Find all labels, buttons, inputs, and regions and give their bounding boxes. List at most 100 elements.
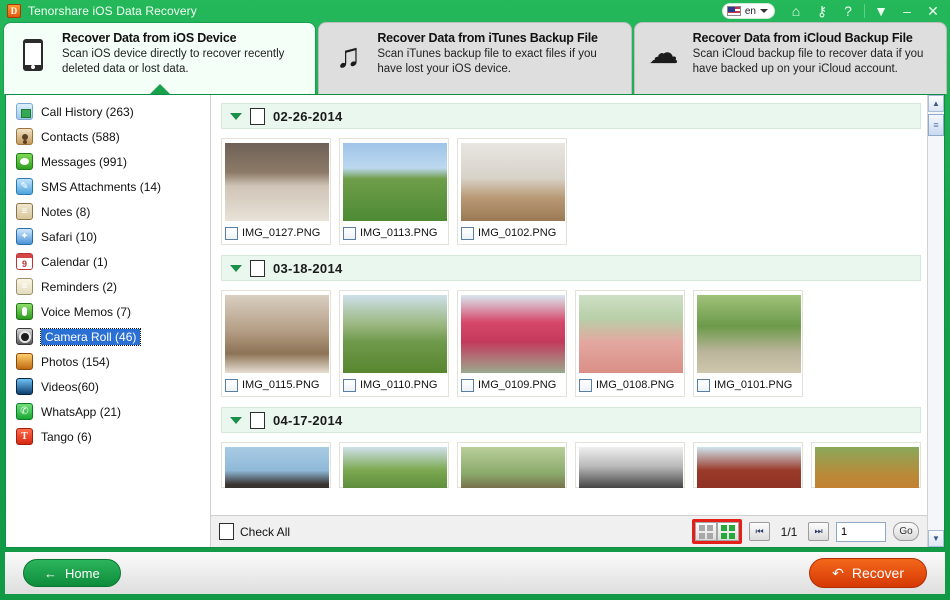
sidebar-item-label: Contacts (588) [41,129,120,144]
thumbnail-image[interactable] [225,143,329,221]
date-group-header[interactable]: 03-18-2014 [221,255,921,281]
thumbnail-image[interactable] [343,143,447,221]
home-button[interactable]: ← Home [23,559,121,587]
thumbnail-item[interactable] [457,442,567,488]
thumbnail-item[interactable]: IMG_0102.PNG [457,138,567,245]
thumbnail-item[interactable] [221,442,331,488]
call-history-icon [16,103,33,120]
thumbnail-item[interactable]: IMG_0110.PNG [339,290,449,397]
date-group-header[interactable]: 02-26-2014 [221,103,921,129]
next-page-button[interactable]: ⏭ [808,522,829,541]
scroll-down-button[interactable]: ▼ [928,530,944,547]
tab-icloud-backup[interactable]: ☁ Recover Data from iCloud Backup File S… [633,22,947,94]
check-all-control[interactable]: Check All [219,523,290,540]
minimize-icon[interactable]: – [894,0,920,22]
sidebar-item-label: Calendar (1) [41,254,108,269]
key-icon[interactable]: ⚷ [809,0,835,22]
sidebar-item-reminders[interactable]: ≡ Reminders (2) [6,274,210,299]
thumbnail-image[interactable] [461,143,565,221]
language-selector[interactable]: en [721,3,775,19]
tab-ios-device[interactable]: Recover Data from iOS Device Scan iOS de… [3,22,317,94]
thumbnail-item[interactable]: IMG_0115.PNG [221,290,331,397]
home-icon[interactable]: ⌂ [783,0,809,22]
sidebar-item-messages[interactable]: Messages (991) [6,149,210,174]
thumbnail-image[interactable] [461,447,565,488]
help-icon[interactable]: ? [835,0,861,22]
sidebar-item-photos[interactable]: Photos (154) [6,349,210,374]
check-all-checkbox[interactable] [219,523,234,540]
thumbnail-checkbox[interactable] [461,378,474,392]
reminders-icon: ≡ [16,278,33,295]
recover-button[interactable]: ↶ Recover [809,558,927,588]
home-button-label: Home [65,565,100,581]
sidebar-item-voice-memos[interactable]: Voice Memos (7) [6,299,210,324]
thumbnail-image[interactable] [225,295,329,373]
thumbnail-item[interactable]: IMG_0108.PNG [575,290,685,397]
list-view-button[interactable] [695,522,717,541]
page-number-input[interactable] [836,521,886,542]
chevron-down-icon[interactable] [230,112,242,120]
thumbnail-filename: IMG_0109.PNG [478,379,557,391]
thumbnail-item[interactable] [693,442,803,488]
thumbnail-caption: IMG_0127.PNG [225,225,327,241]
chevron-down-icon[interactable] [230,264,242,272]
thumbnail-checkbox[interactable] [225,226,238,240]
sidebar-item-notes[interactable]: ≡ Notes (8) [6,199,210,224]
photos-icon [16,353,33,370]
thumbnail-image[interactable] [697,447,801,488]
thumbnail-caption: IMG_0109.PNG [461,377,563,393]
sidebar-item-safari[interactable]: ✦ Safari (10) [6,224,210,249]
chevron-down-icon[interactable]: ▼ [868,0,894,22]
thumbnail-checkbox[interactable] [461,226,474,240]
thumbnail-checkbox[interactable] [343,378,356,392]
sidebar-item-label: Safari (10) [41,229,98,244]
thumbnail-image[interactable] [343,447,447,488]
tab-description: Scan iCloud backup file to recover data … [692,48,924,75]
scrollbar-track[interactable]: ≡ [928,112,944,530]
thumbnail-image[interactable] [815,447,919,488]
title-bar: D Tenorshare iOS Data Recovery en ⌂ ⚷ ? … [0,0,950,22]
thumbnail-item[interactable]: IMG_0101.PNG [693,290,803,397]
thumbnail-scroll-area[interactable]: 02-26-2014 IMG_0127.PNG IMG_0113.PNG IMG_01… [211,95,927,515]
thumbnail-image[interactable] [225,447,329,488]
tab-itunes-backup[interactable]: ♫ Recover Data from iTunes Backup File S… [318,22,632,94]
thumbnail-image[interactable] [343,295,447,373]
scroll-up-button[interactable]: ▲ [928,95,944,112]
close-icon[interactable]: ✕ [920,0,946,22]
thumbnail-image[interactable] [579,295,683,373]
sidebar-item-contacts[interactable]: Contacts (588) [6,124,210,149]
sidebar-item-calendar[interactable]: 9 Calendar (1) [6,249,210,274]
sidebar-item-videos[interactable]: Videos(60) [6,374,210,399]
chevron-down-icon[interactable] [230,416,242,424]
thumbnail-item[interactable] [811,442,921,488]
group-checkbox[interactable] [250,259,265,277]
notes-icon: ≡ [16,203,33,220]
thumbnail-checkbox[interactable] [225,378,238,392]
thumbnail-image[interactable] [461,295,565,373]
group-checkbox[interactable] [250,107,265,125]
thumbnail-image[interactable] [697,295,801,373]
date-group-header[interactable]: 04-17-2014 [221,407,921,433]
thumbnail-item[interactable]: IMG_0113.PNG [339,138,449,245]
sidebar-item-camera-roll[interactable]: Camera Roll (46) [6,324,210,349]
sidebar-item-call-history[interactable]: Call History (263) [6,99,210,124]
group-checkbox[interactable] [250,411,265,429]
thumbnail-item[interactable]: IMG_0127.PNG [221,138,331,245]
thumbnail-checkbox[interactable] [343,226,356,240]
thumbnail-item[interactable] [575,442,685,488]
sidebar-item-sms-attachments[interactable]: ✎ SMS Attachments (14) [6,174,210,199]
scrollbar-thumb[interactable]: ≡ [928,114,944,136]
vertical-scrollbar[interactable]: ▲ ≡ ▼ [927,95,944,547]
thumbnail-item[interactable]: IMG_0109.PNG [457,290,567,397]
go-button[interactable]: Go [893,522,919,541]
thumbnail-checkbox[interactable] [697,378,710,392]
sidebar-item-whatsapp[interactable]: ✆ WhatsApp (21) [6,399,210,424]
thumbnail-caption: IMG_0113.PNG [343,225,445,241]
prev-page-button[interactable]: ⏮ [749,522,770,541]
sidebar-item-tango[interactable]: T Tango (6) [6,424,210,449]
grid-view-button[interactable] [717,522,739,541]
thumbnail-item[interactable] [339,442,449,488]
grid-view-icon [721,524,735,539]
thumbnail-checkbox[interactable] [579,378,592,392]
thumbnail-image[interactable] [579,447,683,488]
